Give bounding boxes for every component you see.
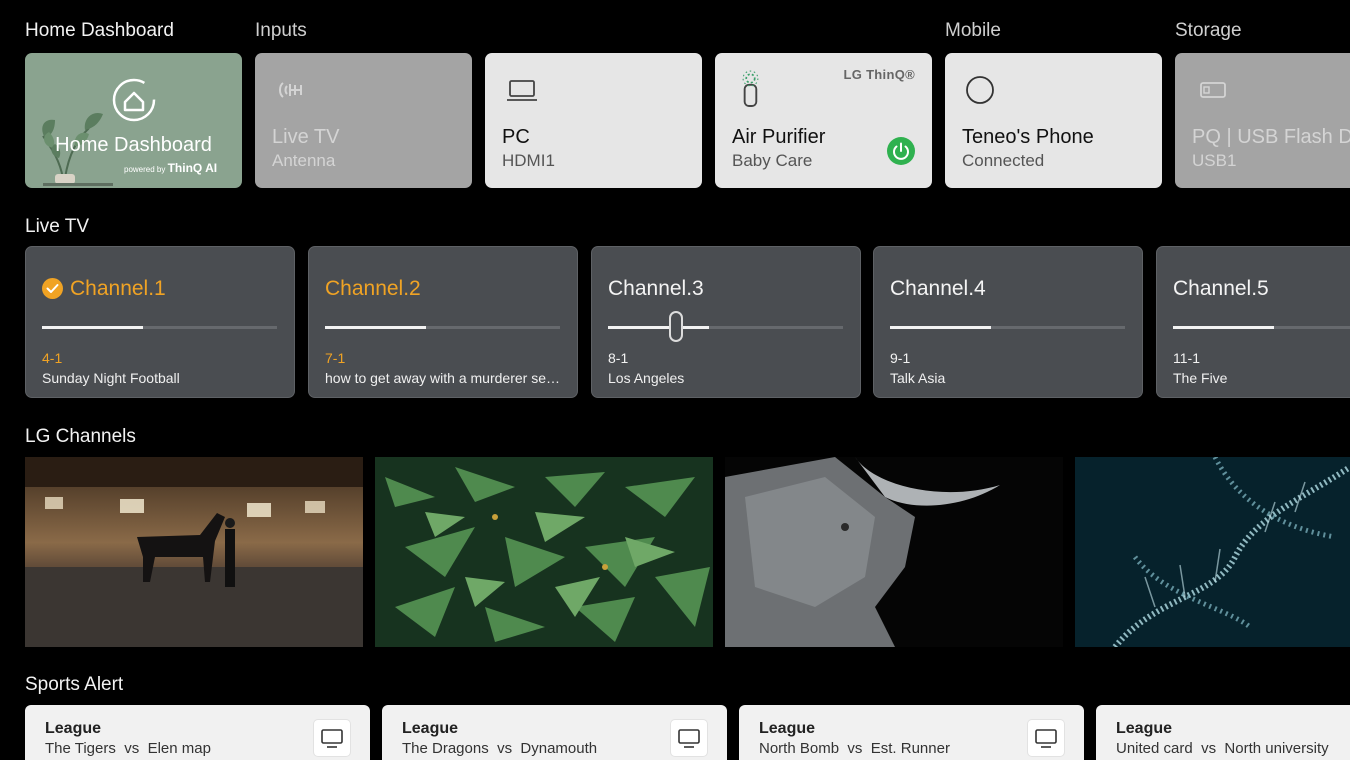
section-home-dashboard: Home Dashboard (25, 20, 174, 41)
channel-number: 8-1 (608, 350, 629, 366)
channel-name: Channel.2 (325, 277, 421, 300)
lg-channel-thumb-dna[interactable] (1075, 457, 1350, 647)
channel-progress (325, 326, 560, 329)
power-icon (893, 142, 909, 160)
phone-title: Teneo's Phone (962, 126, 1094, 148)
section-live-tv: Live TV (25, 216, 90, 237)
section-storage: Storage (1175, 20, 1242, 41)
progress-fill (608, 326, 710, 329)
power-button[interactable] (887, 137, 915, 165)
leaves-image (375, 457, 713, 647)
program-title: Sunday Night Football (42, 370, 180, 386)
watch-tv-button[interactable] (671, 720, 707, 756)
program-title: how to get away with a murderer season 3 (325, 370, 563, 386)
progress-fill (325, 326, 427, 329)
phone-status: Connected (962, 151, 1045, 170)
tv-icon (1035, 729, 1057, 748)
usb-drive-icon (1200, 82, 1226, 98)
channel-name: Channel.5 (1173, 277, 1269, 300)
input-live-tv-card[interactable]: Live TV Antenna (255, 53, 472, 188)
pc-input-source: HDMI1 (502, 151, 555, 170)
sports-alert-card-2[interactable]: League The Dragons vs Dynamouth (382, 705, 727, 760)
home-icon (112, 78, 156, 122)
league-label: League (45, 720, 102, 737)
program-title: The Five (1173, 370, 1228, 386)
bull-sculpture-image (725, 457, 1063, 647)
sports-alert-card-4[interactable]: League United card vs North university (1096, 705, 1350, 760)
progress-fill (1173, 326, 1274, 329)
section-lg-channels: LG Channels (25, 426, 136, 447)
match-teams: North Bomb vs Est. Runner (759, 740, 950, 757)
section-inputs: Inputs (255, 20, 307, 41)
channel-card-5[interactable]: Channel.5 11-1 The Five (1156, 246, 1350, 398)
match-teams: The Tigers vs Elen map (45, 740, 211, 757)
channel-progress (890, 326, 1125, 329)
air-purifier-mode: Baby Care (732, 151, 813, 170)
program-title: Talk Asia (890, 370, 946, 386)
channel-number: 9-1 (890, 350, 911, 366)
tv-icon (678, 729, 700, 748)
sports-alert-card-3[interactable]: League North Bomb vs Est. Runner (739, 705, 1084, 760)
home-dashboard-title: Home Dashboard (55, 134, 212, 156)
air-purifier-title: Air Purifier (732, 126, 826, 148)
channel-number: 11-1 (1173, 350, 1200, 366)
section-sports-alert: Sports Alert (25, 674, 124, 695)
channel-card-3[interactable]: Channel.3 8-1 Los Angeles (591, 246, 861, 398)
antenna-icon (279, 82, 302, 98)
league-label: League (1116, 720, 1173, 737)
league-label: League (759, 720, 816, 737)
match-teams: The Dragons vs Dynamouth (402, 740, 598, 757)
live-tv-input-title: Live TV (272, 126, 340, 148)
usb-title: PQ | USB Flash Drive (1192, 126, 1350, 148)
lg-thinq-logo: LG ThinQ® (843, 67, 915, 82)
mobile-phone-card[interactable]: Teneo's Phone Connected (945, 53, 1162, 188)
channel-card-4[interactable]: Channel.4 9-1 Talk Asia (873, 246, 1143, 398)
air-purifier-card[interactable]: LG ThinQ® Air Purifier Baby Care (715, 53, 932, 188)
horse-arena-image (25, 457, 363, 647)
lg-channel-thumb-horse[interactable] (25, 457, 363, 647)
dna-helix-image (1075, 457, 1350, 647)
tv-icon (321, 729, 343, 748)
powered-by-thinq: powered by ThinQ AI (124, 161, 218, 175)
channel-progress (42, 326, 277, 329)
channel-progress (608, 326, 843, 329)
storage-usb-card[interactable]: PQ | USB Flash Drive USB1 (1175, 53, 1350, 188)
channel-progress (1173, 326, 1350, 329)
phone-circle-icon (966, 76, 994, 104)
progress-fill (42, 326, 144, 329)
channel-name: Channel.4 (890, 277, 986, 300)
input-pc-card[interactable]: PC HDMI1 (485, 53, 702, 188)
section-mobile: Mobile (945, 20, 1001, 41)
channel-number: 7-1 (325, 350, 346, 366)
lg-channel-thumb-bull[interactable] (725, 457, 1063, 647)
laptop-icon (507, 80, 537, 101)
progress-scrubber-handle[interactable] (669, 311, 683, 342)
channel-card-1[interactable]: Channel.1 4-1 Sunday Night Football (25, 246, 295, 398)
watch-tv-button[interactable] (1028, 720, 1064, 756)
sports-alert-card-1[interactable]: League The Tigers vs Elen map (25, 705, 370, 760)
league-label: League (402, 720, 459, 737)
lg-channel-thumb-leaves[interactable] (375, 457, 713, 647)
check-icon (42, 278, 63, 299)
home-dashboard-card[interactable]: Home Dashboard powered by ThinQ AI (25, 53, 242, 188)
usb-source: USB1 (1192, 151, 1237, 170)
pc-input-title: PC (502, 126, 530, 148)
channel-name: Channel.3 (608, 277, 704, 300)
progress-fill (890, 326, 992, 329)
watch-tv-button[interactable] (314, 720, 350, 756)
air-purifier-icon (742, 70, 759, 107)
channel-number: 4-1 (42, 350, 63, 366)
live-tv-input-source: Antenna (272, 151, 336, 170)
program-title: Los Angeles (608, 370, 685, 386)
match-teams: United card vs North university (1116, 740, 1329, 757)
channel-name: Channel.1 (70, 277, 166, 300)
channel-card-2[interactable]: Channel.2 7-1 how to get away with a mur… (308, 246, 578, 398)
